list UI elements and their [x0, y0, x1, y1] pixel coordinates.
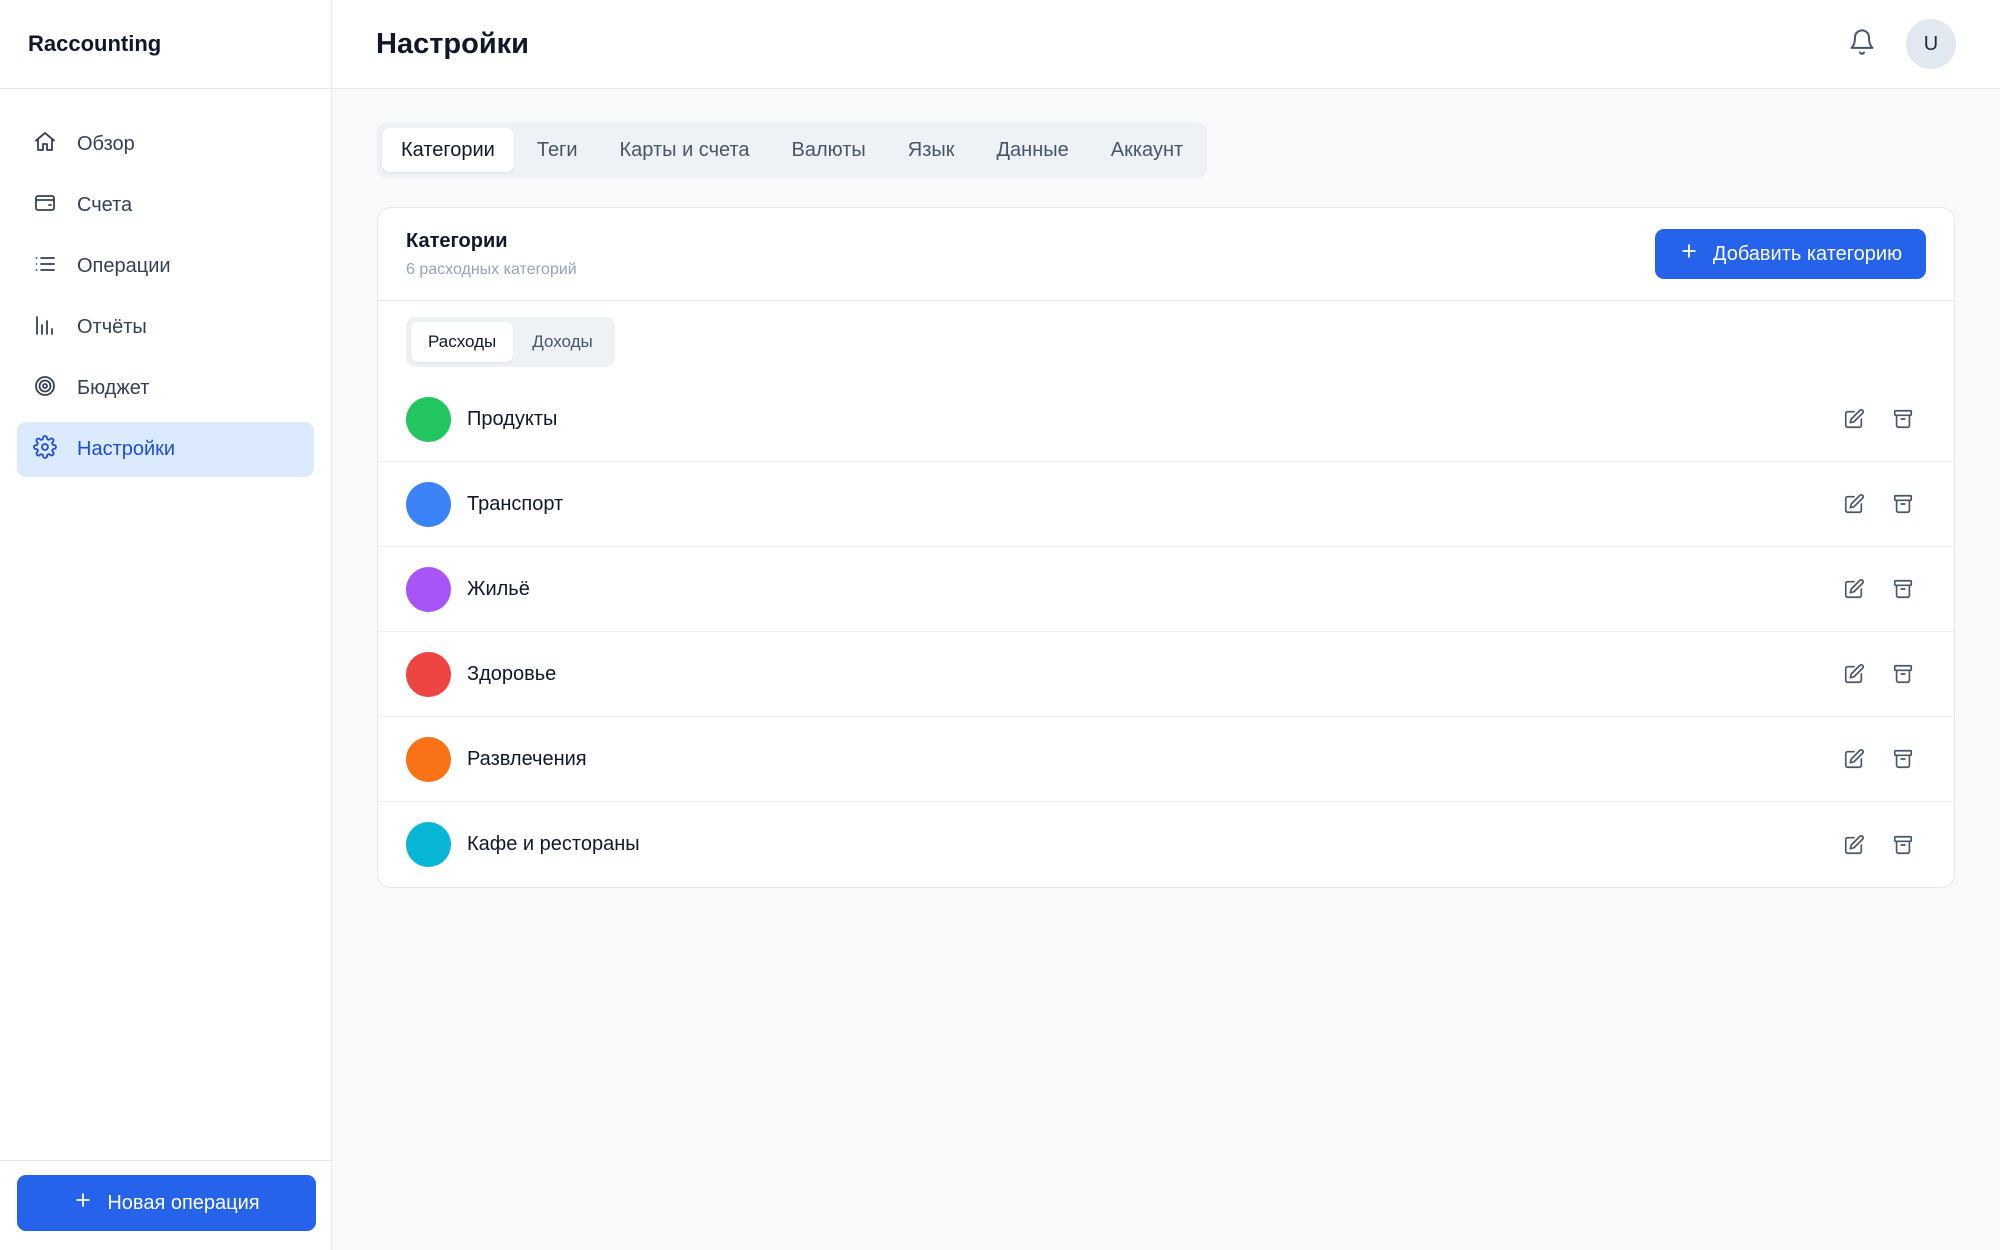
sidebar-nav: Обзор Счета Операции Отчёты Бюджет Настр… — [0, 89, 331, 477]
edit-icon[interactable] — [1843, 834, 1865, 856]
categories-card: Категории 6 расходных категорий Добавить… — [377, 207, 1955, 888]
row-actions — [1843, 663, 1926, 685]
category-color-dot — [406, 396, 451, 442]
sidebar-item-label: Настройки — [77, 438, 176, 460]
row-actions — [1843, 493, 1926, 515]
list-item: Кафе и рестораны — [378, 802, 1954, 887]
new-operation-button[interactable]: Новая операция — [17, 1175, 316, 1231]
row-actions — [1843, 748, 1926, 770]
category-name: Кафе и рестораны — [467, 833, 640, 855]
app-logo[interactable]: Raccounting — [0, 0, 331, 89]
topbar-actions: U — [1848, 19, 1956, 69]
sidebar-footer: Новая операция — [0, 1160, 331, 1250]
row-actions — [1843, 834, 1926, 856]
settings-tabs: Категории Теги Карты и счета Валюты Язык… — [377, 122, 1208, 178]
category-color-dot — [406, 566, 451, 612]
category-name: Здоровье — [467, 662, 557, 685]
avatar[interactable]: U — [1906, 19, 1956, 69]
home-icon — [33, 130, 57, 160]
plus-icon — [73, 1190, 93, 1216]
type-switch-wrap: Расходы Доходы — [378, 301, 1954, 377]
wallet-icon — [33, 191, 57, 221]
list-item: Жильё — [378, 547, 1954, 632]
tab-account[interactable]: Аккаунт — [1092, 128, 1202, 172]
sidebar-item-label: Обзор — [77, 133, 135, 155]
archive-icon[interactable] — [1892, 493, 1914, 515]
gear-icon — [33, 434, 57, 465]
bar-chart-icon — [33, 313, 57, 343]
tab-cards-accounts[interactable]: Карты и счета — [601, 128, 769, 172]
card-heading: Категории 6 расходных категорий — [406, 230, 577, 279]
edit-icon[interactable] — [1843, 578, 1865, 600]
main-area: Настройки U Категории Теги Карты и счета… — [332, 0, 2000, 1250]
row-actions — [1843, 578, 1926, 600]
category-color-dot — [406, 736, 451, 782]
sidebar-item-operations[interactable]: Операции — [17, 239, 314, 294]
archive-icon[interactable] — [1892, 578, 1914, 600]
category-color-dot — [406, 651, 451, 697]
sidebar-item-label: Счета — [77, 194, 133, 216]
add-category-button[interactable]: Добавить категорию — [1655, 229, 1926, 279]
sidebar-item-overview[interactable]: Обзор — [17, 117, 314, 172]
card-header: Категории 6 расходных категорий Добавить… — [378, 208, 1954, 301]
category-list: Продукты Транспорт Жильё Здоровье Развле… — [378, 377, 1954, 887]
list-item: Здоровье — [378, 632, 1954, 717]
target-icon — [33, 374, 57, 404]
row-actions — [1843, 408, 1926, 430]
list-item: Развлечения — [378, 717, 1954, 802]
sidebar-item-budget[interactable]: Бюджет — [17, 361, 314, 416]
settings-content: Категории Теги Карты и счета Валюты Язык… — [332, 89, 2000, 888]
category-color-dot — [406, 481, 451, 527]
add-category-label: Добавить категорию — [1712, 242, 1903, 265]
archive-icon[interactable] — [1892, 748, 1914, 770]
type-switch: Расходы Доходы — [406, 317, 615, 367]
edit-icon[interactable] — [1843, 748, 1865, 770]
plus-icon — [1679, 241, 1699, 267]
archive-icon[interactable] — [1892, 663, 1914, 685]
sidebar-item-label: Отчёты — [77, 316, 147, 338]
sidebar-item-label: Операции — [77, 255, 171, 277]
list-item: Транспорт — [378, 462, 1954, 547]
list-icon — [33, 252, 57, 282]
topbar: Настройки U — [332, 0, 2000, 89]
card-title: Категории — [406, 229, 508, 252]
archive-icon[interactable] — [1892, 408, 1914, 430]
list-item: Продукты — [378, 377, 1954, 462]
sidebar-item-settings[interactable]: Настройки — [17, 422, 314, 477]
card-subtitle: 6 расходных категорий — [406, 260, 577, 278]
segment-income[interactable]: Доходы — [515, 322, 610, 362]
tab-data[interactable]: Данные — [978, 128, 1088, 172]
tab-categories[interactable]: Категории — [382, 128, 514, 172]
edit-icon[interactable] — [1843, 663, 1865, 685]
category-name: Продукты — [467, 407, 558, 430]
category-name: Транспорт — [467, 492, 564, 515]
category-name: Жильё — [467, 577, 530, 600]
tab-currencies[interactable]: Валюты — [773, 128, 885, 172]
tab-language[interactable]: Язык — [889, 128, 974, 172]
category-color-dot — [406, 822, 451, 867]
sidebar-item-label: Бюджет — [77, 377, 150, 399]
sidebar: Raccounting Обзор Счета Операции Отчёты … — [0, 0, 332, 1250]
page-title: Настройки — [376, 27, 530, 60]
bell-icon[interactable] — [1848, 28, 1876, 61]
sidebar-item-accounts[interactable]: Счета — [17, 178, 314, 233]
sidebar-item-reports[interactable]: Отчёты — [17, 300, 314, 355]
archive-icon[interactable] — [1892, 834, 1914, 856]
new-operation-label: Новая операция — [107, 1191, 260, 1214]
tab-tags[interactable]: Теги — [518, 128, 597, 172]
segment-expenses[interactable]: Расходы — [411, 322, 514, 362]
edit-icon[interactable] — [1843, 408, 1865, 430]
category-name: Развлечения — [467, 747, 587, 770]
edit-icon[interactable] — [1843, 493, 1865, 515]
